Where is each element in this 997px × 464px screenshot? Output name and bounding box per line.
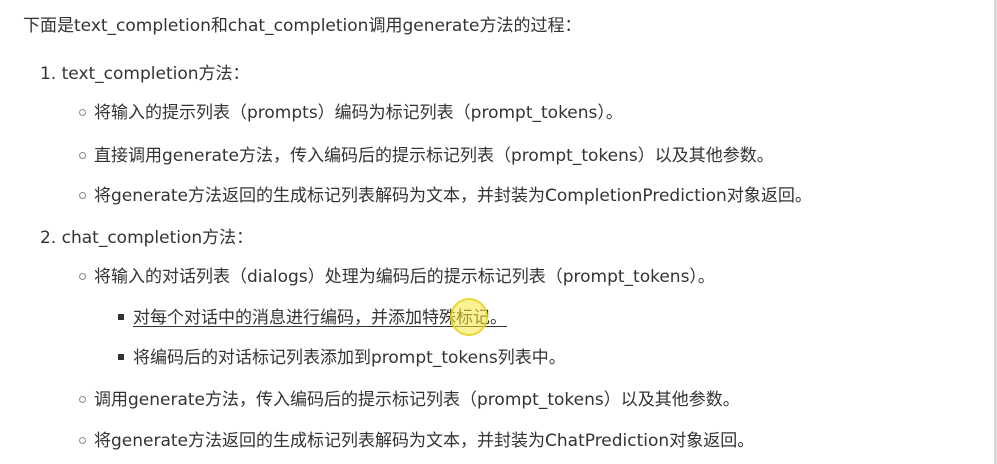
list-item: 将generate方法返回的生成标记列表解码为文本，并封装为Completion… [79,184,812,208]
circle-bullet-icon [79,152,86,159]
list-item: 调用generate方法，传入编码后的提示标记列表（prompt_tokens）… [79,388,740,412]
list-item: 直接调用generate方法，传入编码后的提示标记列表（prompt_token… [79,144,774,168]
list-item-text: 将generate方法返回的生成标记列表解码为文本，并封装为Completion… [94,186,812,206]
sub-list-item-text: 将编码后的对话标记列表添加到prompt_tokens列表中。 [133,348,566,368]
circle-bullet-icon [79,109,86,116]
circle-bullet-icon [79,192,86,199]
section-heading-text-completion: 1. text_completion方法： [40,64,250,84]
sub-list-item: 将编码后的对话标记列表添加到prompt_tokens列表中。 [118,346,566,370]
sub-list-item: 对每个对话中的消息进行编码，并添加特殊标记。 [118,306,507,330]
section-heading-chat-completion: 2. chat_completion方法： [40,228,254,248]
list-item: 将输入的对话列表（dialogs）处理为编码后的提示标记列表（prompt_to… [79,265,715,289]
list-item-text: 将输入的提示列表（prompts）编码为标记列表（prompt_tokens）。 [94,103,623,123]
sub-list-item-text-highlighted: 对每个对话中的消息进行编码，并添加特殊标记。 [133,308,507,328]
list-item: 将generate方法返回的生成标记列表解码为文本，并封装为ChatPredic… [79,429,754,453]
circle-bullet-icon [79,396,86,403]
list-item-text: 调用generate方法，传入编码后的提示标记列表（prompt_tokens）… [94,390,740,410]
document-page: 下面是text_completion和chat_completion调用gene… [0,0,997,464]
circle-bullet-icon [79,437,86,444]
list-item-text: 直接调用generate方法，传入编码后的提示标记列表（prompt_token… [94,146,774,166]
list-item-text: 将输入的对话列表（dialogs）处理为编码后的提示标记列表（prompt_to… [94,267,715,287]
square-bullet-icon [118,354,124,360]
list-item-text: 将generate方法返回的生成标记列表解码为文本，并封装为ChatPredic… [94,431,755,451]
circle-bullet-icon [79,273,86,280]
square-bullet-icon [118,314,124,320]
intro-text: 下面是text_completion和chat_completion调用gene… [23,16,582,36]
list-item: 将输入的提示列表（prompts）编码为标记列表（prompt_tokens）。 [79,101,623,125]
